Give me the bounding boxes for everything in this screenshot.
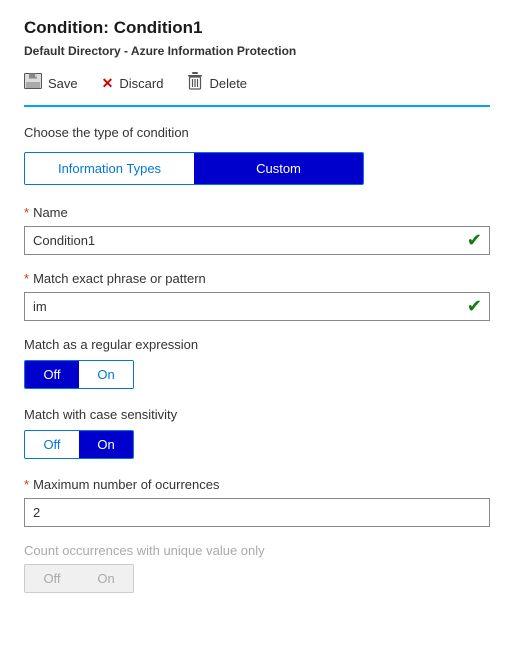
regex-off-button[interactable]: Off — [25, 361, 79, 388]
regex-on-button[interactable]: On — [79, 361, 133, 388]
save-icon — [24, 73, 42, 94]
max-occurrences-input[interactable] — [24, 498, 490, 527]
discard-label: Discard — [119, 76, 163, 91]
max-required-star: * — [24, 477, 29, 492]
page-container: Condition: Condition1 Default Directory … — [0, 0, 514, 635]
discard-button[interactable]: ✕ Discard — [102, 75, 164, 92]
phrase-field-group: *Match exact phrase or pattern ✔ — [24, 271, 490, 321]
discard-icon: ✕ — [102, 75, 114, 92]
regex-section: Match as a regular expression Off On — [24, 337, 490, 389]
name-required-star: * — [24, 205, 29, 220]
delete-button[interactable]: Delete — [187, 72, 247, 95]
case-off-button[interactable]: Off — [25, 431, 79, 458]
tab-information-types[interactable]: Information Types — [25, 153, 194, 184]
condition-type-label: Choose the type of condition — [24, 125, 490, 140]
unique-value-section: Count occurrences with unique value only… — [24, 543, 490, 593]
delete-icon — [187, 72, 203, 95]
condition-type-tabs: Information Types Custom — [24, 152, 364, 185]
max-occurrences-group: *Maximum number of ocurrences — [24, 477, 490, 527]
name-input-wrapper: ✔ — [24, 226, 490, 255]
regex-label: Match as a regular expression — [24, 337, 490, 352]
case-section: Match with case sensitivity Off On — [24, 407, 490, 459]
unique-on-button: On — [79, 565, 133, 592]
unique-off-button: Off — [25, 565, 79, 592]
name-label: *Name — [24, 205, 490, 220]
case-toggle-group: Off On — [24, 430, 134, 459]
phrase-input-wrapper: ✔ — [24, 292, 490, 321]
page-title: Condition: Condition1 — [24, 18, 490, 38]
delete-label: Delete — [209, 76, 247, 91]
unique-value-label: Count occurrences with unique value only — [24, 543, 490, 558]
case-on-button[interactable]: On — [79, 431, 133, 458]
unique-value-toggle-group: Off On — [24, 564, 134, 593]
save-label: Save — [48, 76, 78, 91]
phrase-label: *Match exact phrase or pattern — [24, 271, 490, 286]
phrase-required-star: * — [24, 271, 29, 286]
name-input[interactable] — [24, 226, 490, 255]
toolbar: Save ✕ Discard Delete — [24, 72, 490, 107]
regex-toggle-group: Off On — [24, 360, 134, 389]
save-button[interactable]: Save — [24, 73, 78, 94]
tab-custom[interactable]: Custom — [194, 153, 363, 184]
page-subtitle: Default Directory - Azure Information Pr… — [24, 44, 490, 58]
case-label: Match with case sensitivity — [24, 407, 490, 422]
max-occurrences-label: *Maximum number of ocurrences — [24, 477, 490, 492]
name-field-group: *Name ✔ — [24, 205, 490, 255]
phrase-input[interactable] — [24, 292, 490, 321]
